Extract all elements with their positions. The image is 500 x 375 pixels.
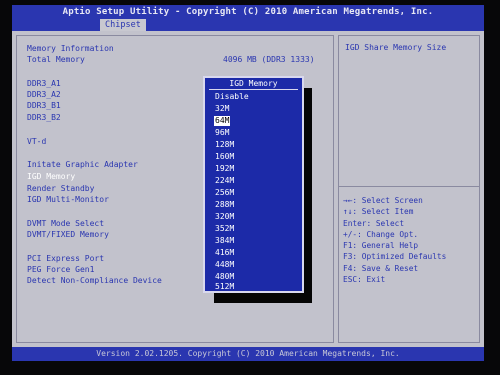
setting-vt-d[interactable]: VT-d — [27, 137, 46, 146]
total-memory-label: Total Memory — [27, 55, 85, 64]
popup-option[interactable]: 192M — [214, 164, 235, 174]
setting-igd-memory[interactable]: IGD Memory — [27, 172, 75, 181]
popup-option[interactable]: Disable — [214, 92, 250, 102]
ddr3-a1-label: DDR3_A1 — [27, 79, 61, 88]
help-description: IGD Share Memory Size — [345, 43, 447, 52]
popup-option[interactable]: 384M — [214, 236, 235, 246]
popup-option[interactable]: 128M — [214, 140, 235, 150]
setting-initiate-graphic-adapter[interactable]: Initate Graphic Adapter — [27, 160, 138, 169]
setting-detect-non-compliance-device[interactable]: Detect Non-Compliance Device — [27, 276, 162, 285]
title-bar: Aptio Setup Utility - Copyright (C) 2010… — [12, 5, 484, 19]
igd-memory-popup: IGD Memory Disable 32M 64M 96M 128M 160M… — [203, 76, 304, 293]
popup-option[interactable]: 352M — [214, 224, 235, 234]
popup-option[interactable]: 480M — [214, 272, 235, 282]
popup-option[interactable]: 160M — [214, 152, 235, 162]
popup-option[interactable]: 448M — [214, 260, 235, 270]
popup-option[interactable]: 320M — [214, 212, 235, 222]
setting-igd-multi-monitor[interactable]: IGD Multi-Monitor — [27, 195, 109, 204]
memory-information-heading: Memory Information — [27, 44, 114, 53]
key-hint: F4: Save & Reset — [343, 263, 419, 273]
popup-option[interactable]: 512M — [214, 282, 235, 292]
help-panel: IGD Share Memory Size →←: Select Screen … — [338, 35, 480, 343]
total-memory-value: 4096 MB (DDR3 1333) — [223, 55, 315, 64]
popup-option[interactable]: 96M — [214, 128, 230, 138]
popup-option[interactable]: 416M — [214, 248, 235, 258]
key-hint: F3: Optimized Defaults — [343, 252, 447, 262]
popup-option[interactable]: 256M — [214, 188, 235, 198]
setting-render-standby[interactable]: Render Standby — [27, 184, 94, 193]
ddr3-b1-label: DDR3_B1 — [27, 101, 61, 110]
key-hint: Enter: Select — [343, 218, 405, 228]
popup-divider — [209, 89, 298, 90]
key-hint: →←: Select Screen — [343, 196, 423, 205]
key-hint: F1: General Help — [343, 241, 419, 251]
setting-dvmt-fixed-memory[interactable]: DVMT/FIXED Memory — [27, 230, 109, 239]
popup-option-selected[interactable]: 64M — [214, 116, 231, 126]
popup-option[interactable]: 224M — [214, 176, 235, 186]
popup-option[interactable]: 32M — [214, 104, 230, 114]
setting-peg-force-gen1[interactable]: PEG Force Gen1 — [27, 265, 94, 274]
bios-screen: Aptio Setup Utility - Copyright (C) 2010… — [0, 0, 500, 375]
key-hint: ↑↓: Select Item — [343, 207, 414, 217]
tab-bar: Chipset — [12, 19, 484, 31]
setting-pci-express-port[interactable]: PCI Express Port — [27, 254, 104, 263]
tab-chipset[interactable]: Chipset — [100, 19, 146, 31]
key-hint: ESC: Exit — [343, 275, 386, 285]
popup-title: IGD Memory — [229, 79, 278, 88]
help-divider — [339, 186, 479, 187]
ddr3-a2-label: DDR3_A2 — [27, 90, 61, 99]
version-footer: Version 2.02.1205. Copyright (C) 2010 Am… — [12, 347, 484, 361]
setting-dvmt-mode-select[interactable]: DVMT Mode Select — [27, 219, 104, 228]
key-legend: →←: Select Screen ↑↓: Select Item Enter:… — [343, 195, 446, 285]
ddr3-b2-label: DDR3_B2 — [27, 113, 61, 122]
key-hint: +/-: Change Opt. — [343, 229, 419, 239]
popup-option[interactable]: 288M — [214, 200, 235, 210]
